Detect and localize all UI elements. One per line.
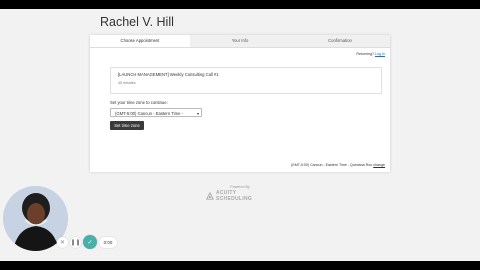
appointment-box: [LAUNCH MANAGEMENT] Weekly Consulting Ca… xyxy=(110,67,382,94)
current-timezone-text: (GMT-5:00) Cancun - Eastern Time - Quint… xyxy=(290,163,373,167)
close-icon[interactable]: ✕ xyxy=(57,236,68,248)
acuity-logo-icon xyxy=(206,192,214,200)
page-title: Rachel V. Hill xyxy=(100,15,174,29)
tab-your-info[interactable]: Your Info xyxy=(190,35,290,47)
tab-choose-appointment[interactable]: Choose Appointment xyxy=(90,35,190,47)
recording-timer: 0:00 xyxy=(99,236,117,248)
timezone-selected-value: (GMT-5:00) Cancun - Eastern Time - xyxy=(115,111,183,116)
current-timezone: (GMT-5:00) Cancun - Eastern Time - Quint… xyxy=(291,163,385,167)
acuity-branding[interactable]: ACUITY SCHEDULING xyxy=(206,190,274,202)
appointment-duration: 45 minutes xyxy=(118,81,136,85)
returning-text: Returning? xyxy=(356,52,374,56)
tab-bar: Choose Appointment Your Info Confirmatio… xyxy=(90,35,390,48)
timezone-select[interactable]: (GMT-5:00) Cancun - Eastern Time - ▾ xyxy=(110,108,202,117)
tab-confirmation[interactable]: Confirmation xyxy=(290,35,390,47)
pause-icon[interactable]: ❚❚ xyxy=(70,236,81,248)
powered-by-text: Powered By xyxy=(230,185,250,189)
chevron-down-icon: ▾ xyxy=(196,111,199,116)
acuity-brand-name: ACUITY SCHEDULING xyxy=(215,190,253,202)
set-timezone-button[interactable]: Set time zone xyxy=(110,121,144,130)
timezone-label: Set your time zone to continue: xyxy=(110,100,168,105)
appointment-title: [LAUNCH MANAGEMENT] Weekly Consulting Ca… xyxy=(118,72,219,77)
scheduler-card: Choose Appointment Your Info Confirmatio… xyxy=(90,35,390,172)
check-icon[interactable]: ✓ xyxy=(83,235,97,249)
returning-prompt: Returning? Log In xyxy=(356,52,385,56)
browser-viewport: Rachel V. Hill Choose Appointment Your I… xyxy=(0,9,480,261)
change-timezone-link[interactable]: change xyxy=(373,163,385,167)
recorder-controls: ✕ ❚❚ ✓ 0:00 xyxy=(57,235,117,249)
login-link[interactable]: Log In xyxy=(375,52,385,56)
